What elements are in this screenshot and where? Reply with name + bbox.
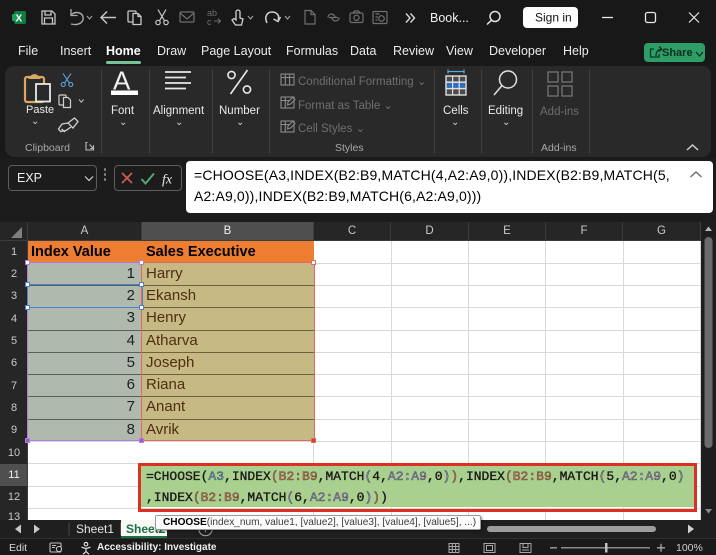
svg-text:Book...: Book... xyxy=(430,11,469,25)
svg-text:c: c xyxy=(207,17,212,27)
svg-text:fx: fx xyxy=(162,173,173,188)
svg-text:X: X xyxy=(16,14,23,25)
svg-text:Sign in: Sign in xyxy=(535,11,572,25)
